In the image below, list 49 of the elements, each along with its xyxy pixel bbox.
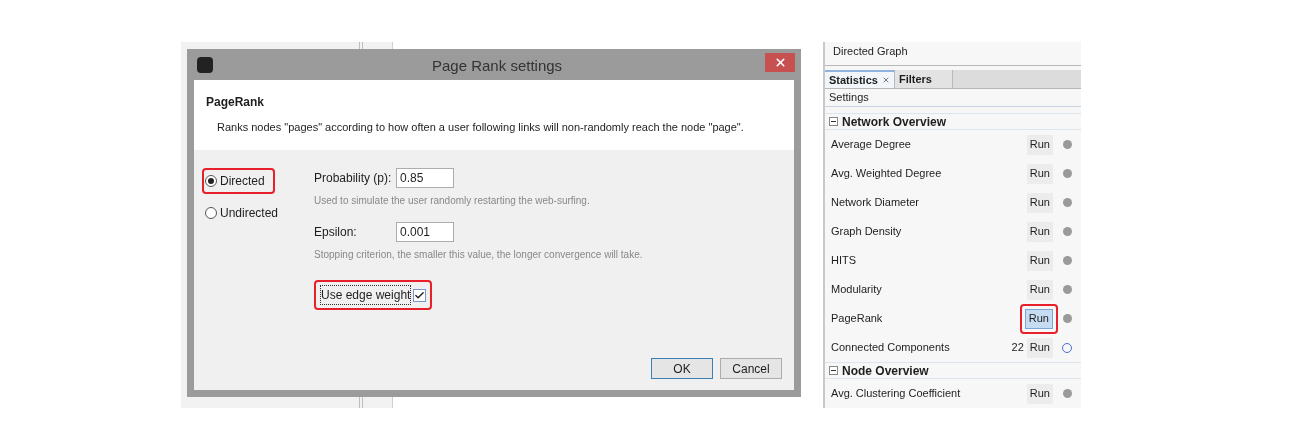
input-field[interactable]: 0.85 xyxy=(396,168,454,188)
radio-label: Directed xyxy=(220,173,265,190)
statistic-name: Modularity xyxy=(831,282,883,298)
statistic-name: PageRank xyxy=(831,311,884,327)
dialog-button[interactable]: Cancel xyxy=(720,358,782,379)
run-button[interactable]: Run xyxy=(1026,337,1053,358)
close-icon xyxy=(773,56,787,69)
collapse-toggle-icon[interactable] xyxy=(829,366,838,375)
field-hint: Used to simulate the user randomly restarting the web-surfing. xyxy=(314,194,591,208)
dialog-heading: PageRank xyxy=(206,94,266,111)
statistic-name: HITS xyxy=(831,253,858,269)
radio-label: Undirected xyxy=(220,205,279,222)
collapse-toggle-icon[interactable] xyxy=(829,117,838,126)
app-logo-icon xyxy=(197,56,213,73)
section-title: Network Overview xyxy=(842,113,947,131)
dialog-description: Ranks nodes "pages" according to how often a user following links will non-randomly reach the node "page". xyxy=(217,120,745,135)
statistic-name: Graph Density xyxy=(831,224,903,240)
panel-tab[interactable]: Statistics xyxy=(825,70,895,89)
section-title: Node Overview xyxy=(842,362,929,380)
run-button[interactable]: Run xyxy=(1026,192,1053,213)
close-button[interactable] xyxy=(765,53,795,72)
statistic-name: Connected Components xyxy=(831,340,951,356)
statistic-value: 22 xyxy=(1011,340,1024,356)
radio-button[interactable] xyxy=(205,175,217,187)
run-button[interactable]: Run xyxy=(1026,383,1053,404)
statistic-name: Avg. Weighted Degree xyxy=(831,166,943,182)
run-button[interactable]: Run xyxy=(1026,134,1053,155)
field-label: Probability (p): xyxy=(314,170,393,187)
input-field[interactable]: 0.001 xyxy=(396,222,454,242)
window-title: Page Rank settings xyxy=(432,56,563,76)
dialog-button[interactable]: OK xyxy=(651,358,713,379)
edge-weight-checkbox[interactable] xyxy=(413,288,427,302)
run-button[interactable]: Run xyxy=(1024,308,1053,329)
close-tab-icon[interactable] xyxy=(881,76,890,85)
run-button[interactable]: Run xyxy=(1026,250,1053,271)
settings-link[interactable]: Settings xyxy=(829,89,869,106)
check-icon xyxy=(414,289,426,301)
run-button[interactable]: Run xyxy=(1026,163,1053,184)
panel-tab[interactable]: Filters xyxy=(894,70,953,89)
statistic-name: Avg. Clustering Coefficient xyxy=(831,386,962,402)
statistic-name: Average Degree xyxy=(831,137,912,153)
statistic-name: Network Diameter xyxy=(831,195,921,211)
checkbox-label: Use edge weight xyxy=(320,285,412,305)
run-button[interactable]: Run xyxy=(1026,221,1053,242)
run-button[interactable]: Run xyxy=(1026,279,1053,300)
field-hint: Stopping criterion, the smaller this value, the longer convergence will take. xyxy=(314,248,643,262)
graph-type-label: Directed Graph xyxy=(833,45,908,57)
field-label: Epsilon: xyxy=(314,224,358,241)
radio-button[interactable] xyxy=(205,207,217,219)
